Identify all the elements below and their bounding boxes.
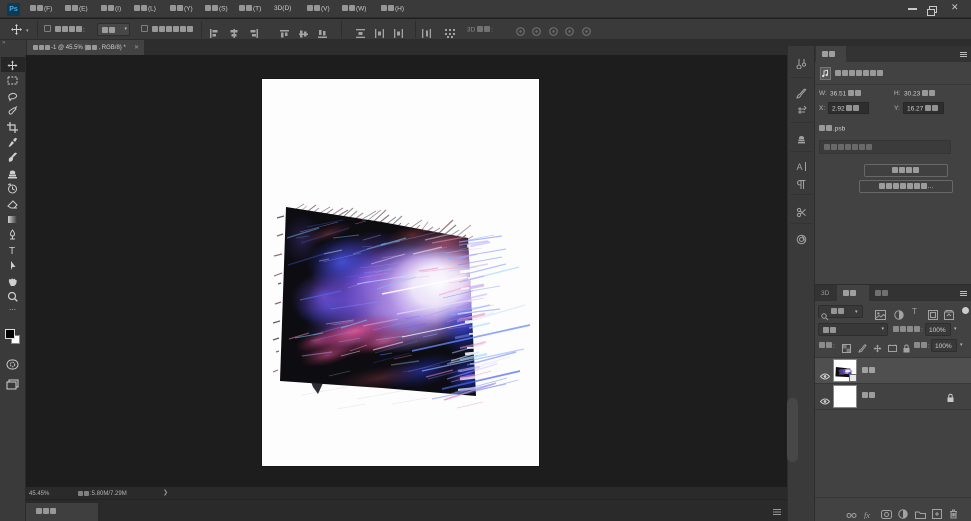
svg-text:A: A (797, 162, 803, 172)
svg-text:fx: fx (864, 511, 870, 519)
svg-text:T: T (9, 246, 15, 256)
